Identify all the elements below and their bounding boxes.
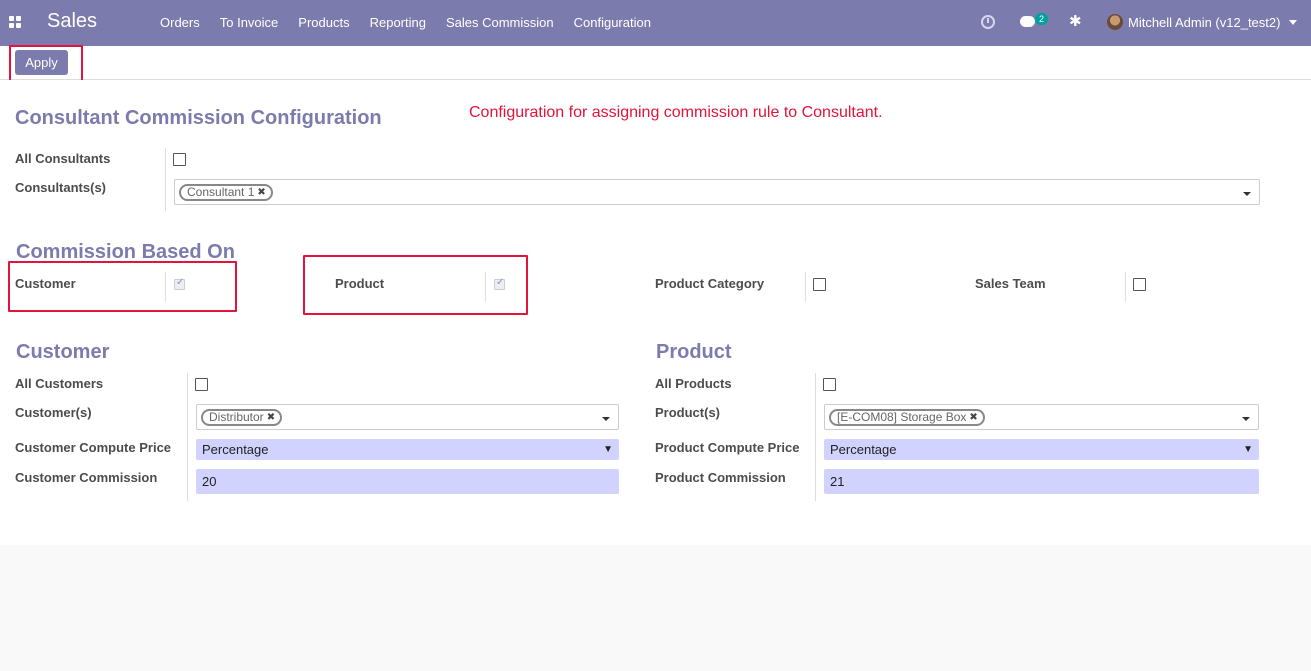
separator [815, 373, 816, 501]
menu-item-orders[interactable]: Orders [150, 0, 210, 46]
products-field[interactable]: [E-COM08] Storage Box ✖ [824, 404, 1259, 430]
apply-button[interactable]: Apply [15, 50, 68, 75]
customer-compute-price-label: Customer Compute Price [15, 440, 172, 455]
based-on-product-label: Product [335, 276, 385, 291]
remove-tag-icon[interactable]: ✖ [969, 411, 977, 424]
based-on-section-title: Commission Based On [16, 241, 235, 263]
separator [187, 373, 188, 501]
menu-item-products[interactable]: Products [288, 0, 359, 46]
main-menu: Orders To Invoice Products Reporting Sal… [150, 0, 661, 46]
dropdown-caret-icon[interactable] [1242, 417, 1250, 421]
user-caret-down-icon[interactable] [1289, 20, 1297, 25]
customer-commission-label: Customer Commission [15, 470, 158, 485]
chat-count-badge: 2 [1035, 13, 1049, 25]
select-caret-icon: ▼ [1243, 444, 1253, 455]
consultant-tag: Consultant 1 ✖ [179, 184, 273, 201]
remove-tag-icon[interactable]: ✖ [257, 186, 265, 199]
consultant-section-title: Consultant Commission Configuration [15, 107, 382, 129]
user-avatar[interactable] [1107, 14, 1123, 30]
separator [485, 272, 486, 302]
dropdown-caret-icon[interactable] [602, 417, 610, 421]
annotation-note: Configuration for assigning commission r… [469, 104, 883, 121]
product-section-title: Product [656, 341, 732, 363]
menu-item-reporting[interactable]: Reporting [360, 0, 436, 46]
separator [805, 272, 806, 302]
all-consultants-label: All Consultants [15, 151, 111, 166]
customers-label: Customer(s) [15, 405, 92, 420]
menu-item-configuration[interactable]: Configuration [564, 0, 661, 46]
activity-clock-icon[interactable] [981, 15, 995, 29]
dropdown-caret-icon[interactable] [1243, 192, 1251, 196]
consultants-label: Consultants(s) [15, 180, 106, 195]
customer-section-title: Customer [16, 341, 110, 363]
user-menu[interactable]: Mitchell Admin (v12_test2) [1128, 15, 1280, 30]
debug-bug-icon[interactable]: ✱ [1069, 13, 1082, 31]
all-products-checkbox[interactable] [823, 378, 836, 391]
all-customers-checkbox[interactable] [195, 378, 208, 391]
apps-menu-icon[interactable] [9, 16, 21, 28]
separator [1125, 272, 1126, 302]
all-products-label: All Products [655, 376, 732, 391]
based-on-sales-team-label: Sales Team [975, 276, 1046, 291]
based-on-product-checkbox[interactable] [494, 277, 505, 290]
app-name[interactable]: Sales [47, 10, 97, 33]
customer-commission-input[interactable]: 20 [196, 469, 619, 494]
chat-icon[interactable] [1020, 16, 1035, 27]
control-panel: Apply [0, 46, 1311, 80]
top-navbar: Sales Orders To Invoice Products Reporti… [0, 0, 1311, 46]
select-value: Percentage [202, 442, 269, 457]
menu-item-sales-commission[interactable]: Sales Commission [436, 0, 564, 46]
select-caret-icon: ▼ [603, 444, 613, 455]
remove-tag-icon[interactable]: ✖ [267, 411, 275, 424]
consultants-field[interactable]: Consultant 1 ✖ [174, 179, 1260, 205]
select-value: Percentage [830, 442, 897, 457]
based-on-customer-checkbox[interactable] [174, 277, 185, 290]
all-consultants-checkbox[interactable] [173, 153, 186, 166]
customers-field[interactable]: Distributor ✖ [196, 404, 619, 430]
tag-label: Distributor [209, 410, 264, 424]
based-on-category-label: Product Category [655, 276, 765, 291]
product-commission-label: Product Commission [655, 470, 786, 485]
all-customers-label: All Customers [15, 376, 104, 391]
products-label: Product(s) [655, 405, 720, 420]
separator [165, 148, 166, 211]
product-compute-price-select[interactable]: Percentage ▼ [824, 439, 1259, 460]
separator [165, 272, 166, 302]
based-on-category-checkbox[interactable] [813, 278, 826, 291]
tag-label: Consultant 1 [187, 185, 255, 199]
menu-item-to-invoice[interactable]: To Invoice [210, 0, 289, 46]
product-tag: [E-COM08] Storage Box ✖ [829, 409, 985, 426]
product-commission-input[interactable]: 21 [824, 469, 1259, 494]
product-compute-price-label: Product Compute Price [655, 440, 800, 455]
based-on-sales-team-checkbox[interactable] [1133, 278, 1146, 291]
tag-label: [E-COM08] Storage Box [837, 410, 967, 424]
customer-tag: Distributor ✖ [201, 409, 283, 426]
based-on-customer-label: Customer [15, 276, 76, 291]
customer-compute-price-select[interactable]: Percentage ▼ [196, 439, 619, 460]
